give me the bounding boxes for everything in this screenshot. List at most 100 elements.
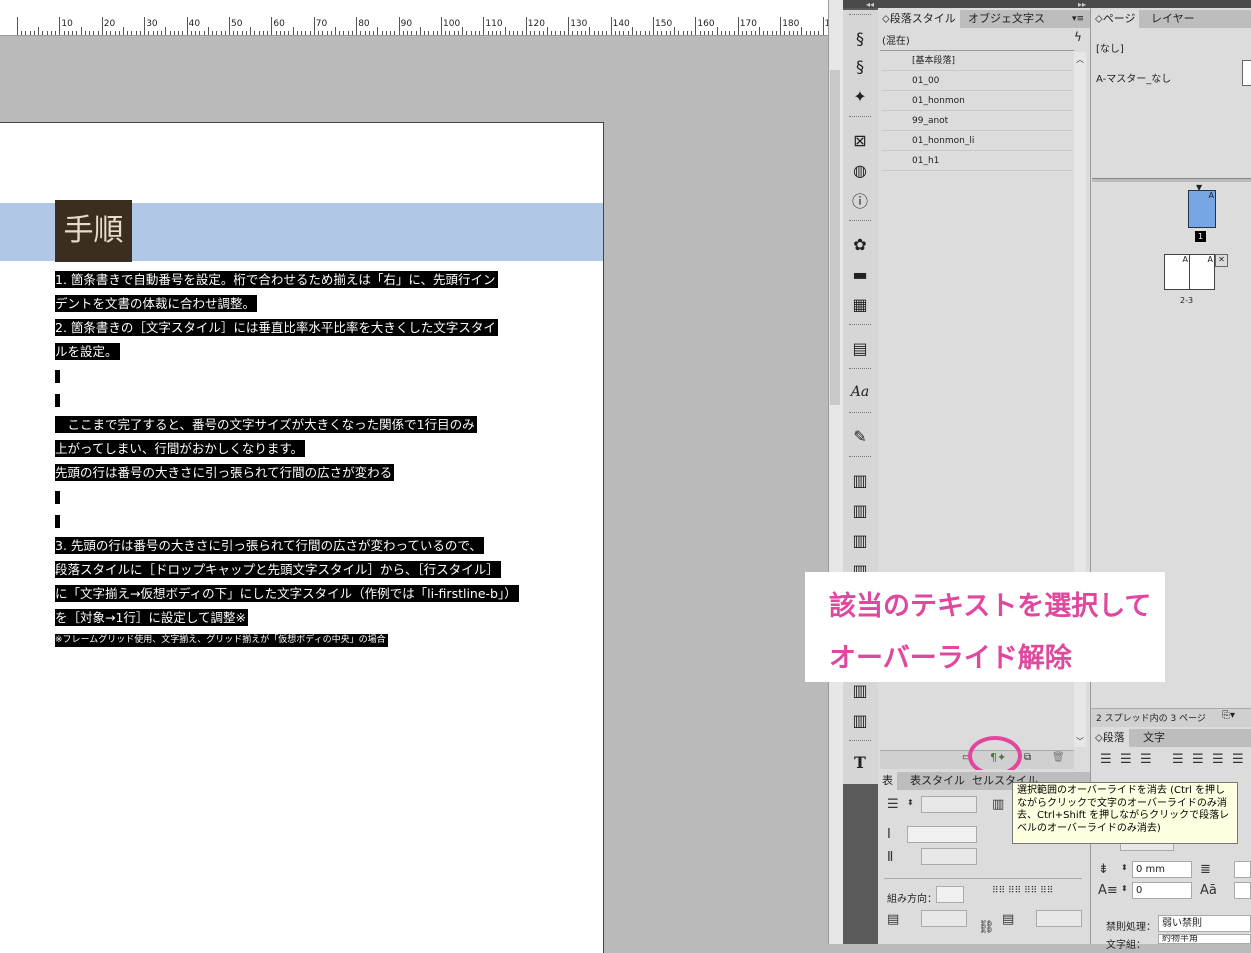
none-master-label[interactable]: [なし] — [1096, 40, 1124, 55]
text-line[interactable]: 段落スタイルに［ドロップキャップと先頭文字スタイル］から、［行スタイル］ — [55, 561, 501, 578]
ruler-tick — [161, 31, 163, 35]
rows-field[interactable] — [921, 796, 977, 813]
text-line[interactable]: に「文字揃え→仮想ボディの下」にした文字スタイル（作例では「li-firstli… — [55, 585, 519, 602]
text-line[interactable]: 1. 箇条書きで自動番号を設定。桁で合わせるため揃えは「右」に、先頭行イン — [55, 271, 498, 288]
library-icon[interactable]: ▥ — [847, 468, 873, 492]
effects-icon[interactable]: ◍ — [847, 158, 873, 182]
quick-apply-icon[interactable]: ϟ — [1074, 30, 1082, 44]
text-line[interactable]: デントを文書の体裁に合わせ調整。 — [55, 295, 258, 312]
justify-all-icon[interactable]: ☰ — [1232, 752, 1244, 767]
ruler-tick — [233, 31, 235, 35]
tab-layers[interactable]: レイヤー — [1147, 10, 1199, 28]
tab-character[interactable]: 文字 — [1139, 729, 1169, 747]
ruler-label: 170 — [739, 19, 757, 29]
character-styles-icon[interactable]: § — [847, 54, 873, 78]
ruler-tick — [216, 31, 218, 35]
type-tool-icon[interactable]: T — [847, 750, 873, 774]
space-before-field[interactable]: 0 mm — [1132, 861, 1192, 878]
swatches-icon[interactable]: ✿ — [847, 232, 873, 256]
space-after-field[interactable] — [1234, 861, 1251, 878]
align-center-icon[interactable]: ☰ — [1120, 752, 1132, 767]
page-size-icon[interactable]: ⎘▾ — [1222, 710, 1235, 721]
chain-icon[interactable]: ⛓ — [978, 920, 995, 935]
page-1-thumbnail[interactable]: A — [1188, 190, 1216, 228]
gradient-icon[interactable]: ▬ — [847, 262, 873, 286]
align-right-icon[interactable]: ☰ — [1140, 752, 1152, 767]
info-icon[interactable]: ⓘ — [847, 188, 873, 212]
list-item[interactable]: 01_00 — [882, 72, 1072, 91]
new-style-icon[interactable]: ⧉ — [1024, 752, 1031, 763]
mojikumi-select[interactable]: 約物半角 — [1158, 934, 1251, 944]
library-icon[interactable]: ▥ — [847, 498, 873, 522]
ruler-tick — [792, 31, 794, 35]
document-page[interactable]: 手順 1. 箇条書きで自動番号を設定。桁で合わせるため揃えは「右」に、先頭行イン… — [0, 122, 604, 953]
glyphs-icon[interactable]: Aa — [847, 380, 873, 404]
text-line[interactable]: を［対象→1行］に設定して調整※ — [55, 609, 249, 626]
master-thumbnail[interactable] — [1242, 60, 1251, 86]
object-styles-icon[interactable]: ✦ — [847, 84, 873, 108]
justify-left-icon[interactable]: ☰ — [1172, 752, 1184, 767]
dropcap-lines-field[interactable]: 0 — [1132, 882, 1192, 899]
ruler-tick — [17, 17, 18, 35]
align-grid-icon[interactable]: ⠿⠿ ⠿⠿ ⠿⠿ ⠿⠿ — [992, 886, 1053, 896]
pages-divider[interactable] — [1092, 178, 1251, 182]
list-item[interactable]: 01_honmon — [882, 92, 1072, 111]
paragraph-styles-icon[interactable]: § — [847, 26, 873, 50]
tab-paragraph[interactable]: ⬦段落 — [1091, 729, 1129, 747]
trash-icon[interactable]: 🗑 — [1052, 752, 1065, 763]
master-letter: A — [1207, 255, 1213, 264]
inset-right-field[interactable] — [1036, 910, 1082, 927]
divider — [884, 878, 1082, 879]
ruler-tick — [708, 31, 710, 35]
text-wrap-icon[interactable]: ▤ — [847, 336, 873, 360]
tab-table[interactable]: 表 — [878, 772, 897, 790]
links-icon[interactable]: ⊠ — [847, 128, 873, 152]
text-line[interactable]: 3. 先頭の行は番号の大きさに引っ張られて行間の広さが変わっているので、 — [55, 537, 484, 554]
notes-icon[interactable]: ✎ — [847, 424, 873, 448]
ruler-tick — [585, 31, 587, 35]
text-line[interactable]: 先頭の行は番号の大きさに引っ張られて行間の広さが変わる — [55, 464, 395, 481]
ruler-tick — [322, 31, 324, 35]
footnote-line[interactable]: ※フレームグリッド使用、文字揃え、グリッド揃えが「仮想ボディの中央」の場合 — [55, 634, 388, 647]
height-field[interactable] — [921, 848, 977, 865]
heading-text[interactable]: 手順 — [55, 200, 132, 262]
ruler-tick — [746, 31, 748, 35]
justify-right-icon[interactable]: ☰ — [1212, 752, 1224, 767]
list-item[interactable]: [基本段落] — [882, 52, 1072, 71]
tab-character-styles[interactable]: 文字ス — [1008, 10, 1049, 28]
collapse-left-icon[interactable]: ◂◂ — [866, 0, 874, 9]
dropcap-chars-field[interactable] — [1234, 882, 1251, 899]
stepper-icon[interactable]: ⬍ — [1121, 884, 1128, 893]
panel-menu-icon[interactable]: ▾≡ — [1068, 10, 1088, 28]
scrollbar-thumb[interactable] — [830, 70, 840, 405]
text-line[interactable]: ここまで完了すると、番号の文字サイズが大きくなった関係で1行目のみ — [55, 416, 477, 433]
stepper-icon[interactable]: ⬍ — [1121, 863, 1128, 872]
text-line[interactable]: ルを設定。 — [55, 343, 120, 360]
ruler-label: 130 — [570, 19, 588, 29]
ruler-label: 40 — [188, 19, 201, 29]
justify-center-icon[interactable]: ☰ — [1192, 752, 1204, 767]
list-item[interactable]: 99_anot — [882, 112, 1072, 131]
tab-paragraph-styles[interactable]: ⬦段落スタイル — [878, 10, 960, 28]
master-a-label[interactable]: A-マスター_なし — [1096, 70, 1171, 85]
stepper-icon[interactable]: ⬍ — [907, 798, 914, 807]
direction-select[interactable] — [936, 886, 964, 903]
tab-table-styles[interactable]: 表スタイル — [906, 772, 969, 790]
library-icon[interactable]: ▥ — [847, 528, 873, 552]
text-line[interactable]: 2. 箇条書きの［文字スタイル］には垂直比率水平比率を大きくした文字スタイ — [55, 319, 498, 336]
page-2-thumbnail[interactable]: A — [1164, 254, 1190, 290]
text-line[interactable]: 上がってしまい、行間がおかしくなります。 — [55, 440, 306, 457]
list-item[interactable]: 01_honmon_li — [882, 132, 1072, 151]
kinsoku-select[interactable]: 弱い禁則 — [1158, 915, 1251, 932]
horizontal-ruler[interactable]: 10 20 30 40 50 60 70 80 90 100 110 120 130 140 150 160 1… — [0, 0, 828, 36]
list-item[interactable]: 01_h1 — [882, 152, 1072, 171]
page-3-thumbnail[interactable]: A — [1189, 254, 1215, 290]
table-icon[interactable]: ▦ — [847, 292, 873, 316]
align-left-icon[interactable]: ☰ — [1100, 752, 1112, 767]
scroll-up-icon[interactable]: ︿ — [1076, 54, 1084, 65]
scroll-down-icon[interactable]: ﹀ — [1076, 736, 1084, 747]
inset-field[interactable] — [921, 910, 967, 927]
library-icon[interactable]: ▥ — [847, 708, 873, 732]
tab-pages[interactable]: ⬦ページ — [1091, 10, 1140, 28]
row-height-select[interactable] — [907, 826, 977, 843]
